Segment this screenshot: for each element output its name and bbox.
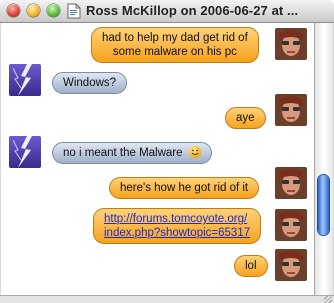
self-avatar — [275, 94, 307, 126]
resize-grip-icon[interactable] — [324, 296, 332, 303]
message-bubble-self: had to help my dad get rid of some malwa… — [91, 27, 259, 63]
minimize-button[interactable] — [27, 4, 40, 17]
message-line: aye — [236, 112, 255, 124]
self-avatar — [275, 209, 307, 241]
document-icon — [67, 3, 81, 19]
message-link[interactable]: index.php?showtopic=65317 — [104, 227, 250, 239]
message-link[interactable]: http://forums.tomcoyote.org/ — [104, 213, 247, 225]
title-bar[interactable]: Ross McKillop on 2006-06-27 at ... — [0, 0, 334, 23]
message-line: had to help my dad get rid of — [102, 32, 248, 44]
smiley-icon — [188, 146, 201, 158]
self-avatar — [275, 249, 307, 281]
message-bubble-self: lol — [234, 255, 268, 277]
message-line: lol — [245, 260, 257, 272]
window-title: Ross McKillop on 2006-06-27 at ... — [86, 3, 299, 18]
message-line: here's how he got rid of it — [120, 182, 249, 194]
close-button[interactable] — [7, 4, 20, 17]
chat-window: Ross McKillop on 2006-06-27 at ... had t… — [0, 0, 334, 303]
buddy-avatar — [9, 64, 41, 96]
window-bottom-bar — [0, 295, 334, 303]
transcript-area[interactable]: had to help my dad get rid of some malwa… — [1, 23, 314, 295]
self-avatar — [275, 28, 307, 60]
zoom-button[interactable] — [47, 4, 60, 17]
message-line: Windows? — [63, 77, 117, 89]
message-bubble-buddy: Windows? — [52, 72, 128, 94]
buddy-avatar — [9, 136, 41, 168]
message-bubble-self: aye — [225, 107, 266, 129]
message-bubble-self: http://forums.tomcoyote.org/ index.php?s… — [93, 208, 262, 244]
vertical-scrollbar[interactable] — [314, 23, 333, 295]
message-bubble-self: here's how he got rid of it — [109, 177, 260, 199]
message-line: no i meant the Malware — [63, 147, 183, 159]
self-avatar — [275, 167, 307, 199]
message-line: some malware on his pc — [112, 46, 237, 58]
scroll-thumb[interactable] — [318, 175, 329, 235]
message-bubble-buddy: no i meant the Malware — [52, 142, 212, 164]
